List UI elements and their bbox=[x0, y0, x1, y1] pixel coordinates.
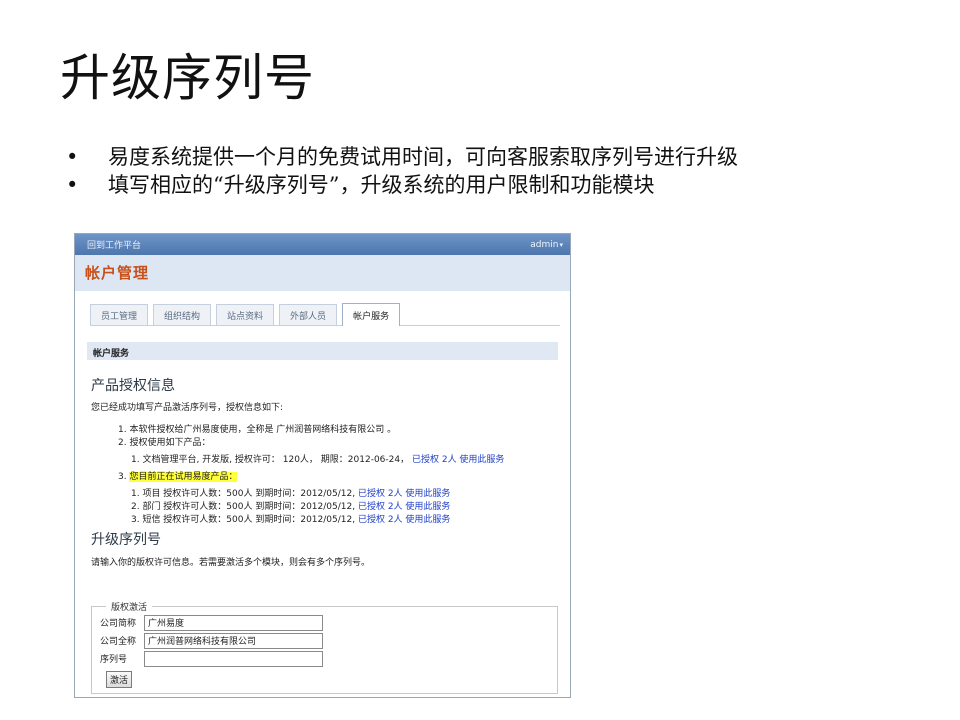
trial-list: 1. 项目 授权许可人数：500人 到期时间：2012/05/12, 已授权 2… bbox=[91, 488, 560, 527]
license-item-number: 3. bbox=[118, 472, 130, 482]
product-item: 1. 文档管理平台, 开发版, 授权许可： 120人， 期限：2012-06-2… bbox=[131, 454, 560, 467]
user-menu[interactable]: admin ▾ bbox=[530, 240, 563, 250]
tab-account-service[interactable]: 帐户服务 bbox=[342, 303, 401, 326]
trial-service-link[interactable]: 已授权 2人 使用此服务 bbox=[358, 489, 450, 499]
activate-button[interactable]: 激活 bbox=[106, 671, 133, 688]
trial-text: 1. 项目 授权许可人数：500人 到期时间：2012/05/12, bbox=[131, 489, 356, 499]
company-full-name-input[interactable] bbox=[144, 632, 323, 649]
trial-item: 3. 短信 授权许可人数：500人 到期时间：2012/05/12, 已授权 2… bbox=[131, 514, 560, 527]
form-legend: 版权激活 bbox=[111, 603, 148, 613]
license-item: 1. 本软件授权给广州易度使用，全称是 广州润普网络科技有限公司 。 bbox=[118, 425, 397, 435]
company-short-name-label: 公司简称 bbox=[100, 619, 137, 629]
tab-staff[interactable]: 员工管理 bbox=[90, 304, 149, 325]
product-text: 1. 文档管理平台, 开发版, 授权许可： 120人， 期限：2012-06-2… bbox=[131, 455, 410, 465]
tab-org-structure[interactable]: 组织结构 bbox=[153, 304, 212, 325]
trial-service-link[interactable]: 已授权 2人 使用此服务 bbox=[358, 502, 450, 512]
tab-bar: 员工管理 组织结构 站点资料 外部人员 帐户服务 bbox=[90, 303, 560, 326]
page-header: 帐户管理 bbox=[75, 255, 570, 291]
bullet-dot: • bbox=[66, 145, 79, 169]
product-list: 1. 文档管理平台, 开发版, 授权许可： 120人， 期限：2012-06-2… bbox=[91, 454, 560, 467]
license-heading: 产品授权信息 bbox=[91, 378, 175, 394]
bullet-text: 易度系统提供一个月的免费试用时间，可向客服索取序列号进行升级 bbox=[108, 145, 738, 169]
main-content: 产品授权信息 您已经成功填写产品激活序列号，授权信息如下: 1. 本软件授权给广… bbox=[91, 375, 560, 579]
app-screenshot: 回到工作平台 admin ▾ 帐户管理 员工管理 组织结构 站点资料 外部人员 … bbox=[74, 233, 571, 698]
trial-service-link[interactable]: 已授权 2人 使用此服务 bbox=[358, 515, 450, 525]
serial-number-label: 序列号 bbox=[100, 655, 128, 665]
top-bar: 回到工作平台 admin ▾ bbox=[75, 234, 570, 255]
trial-text: 3. 短信 授权许可人数：500人 到期时间：2012/05/12, bbox=[131, 515, 356, 525]
tab-external-users[interactable]: 外部人员 bbox=[279, 304, 338, 325]
upgrade-intro: 请输入你的版权许可信息。若需要激活多个模块，则会有多个序列号。 bbox=[91, 558, 371, 568]
license-activation-form: 版权激活 公司简称 公司全称 序列号 激活 bbox=[91, 600, 558, 694]
company-short-name-input[interactable] bbox=[144, 614, 323, 631]
section-title: 帐户服务 bbox=[87, 342, 558, 360]
page-title: 帐户管理 bbox=[85, 264, 150, 282]
license-intro: 您已经成功填写产品激活序列号，授权信息如下: bbox=[91, 403, 284, 413]
trial-item: 1. 项目 授权许可人数：500人 到期时间：2012/05/12, 已授权 2… bbox=[131, 488, 560, 501]
trial-notice-highlight: 您目前正在试用易度产品： bbox=[129, 472, 238, 482]
form-row: 公司全称 bbox=[100, 632, 549, 649]
back-to-workspace-link[interactable]: 回到工作平台 bbox=[87, 238, 141, 251]
caret-down-icon: ▾ bbox=[559, 240, 563, 249]
slide-title: 升级序列号 bbox=[60, 49, 315, 107]
trial-item: 2. 部门 授权许可人数：500人 到期时间：2012/05/12, 已授权 2… bbox=[131, 501, 560, 514]
trial-text: 2. 部门 授权许可人数：500人 到期时间：2012/05/12, bbox=[131, 502, 356, 512]
company-full-name-label: 公司全称 bbox=[100, 637, 137, 647]
bullet-text: 填写相应的“升级序列号”，升级系统的用户限制和功能模块 bbox=[108, 173, 655, 197]
product-service-link[interactable]: 已授权 2人 使用此服务 bbox=[412, 455, 504, 465]
serial-number-input[interactable] bbox=[144, 650, 323, 667]
license-list: 1. 本软件授权给广州易度使用，全称是 广州润普网络科技有限公司 。 2. 授权… bbox=[91, 424, 560, 450]
license-item-3: 3. 您目前正在试用易度产品： bbox=[91, 471, 560, 484]
form-row: 公司简称 bbox=[100, 614, 549, 631]
tab-site-info[interactable]: 站点资料 bbox=[216, 304, 275, 325]
form-row: 序列号 bbox=[100, 650, 549, 667]
bullet-dot: • bbox=[66, 173, 79, 197]
upgrade-heading: 升级序列号 bbox=[91, 532, 161, 548]
bullet-item: • 易度系统提供一个月的免费试用时间，可向客服索取序列号进行升级 bbox=[66, 143, 738, 171]
bullet-item: • 填写相应的“升级序列号”，升级系统的用户限制和功能模块 bbox=[66, 171, 738, 199]
user-menu-label: admin bbox=[530, 239, 559, 250]
license-item: 2. 授权使用如下产品： bbox=[118, 438, 211, 448]
bullet-list: • 易度系统提供一个月的免费试用时间，可向客服索取序列号进行升级 • 填写相应的“升… bbox=[66, 143, 738, 199]
